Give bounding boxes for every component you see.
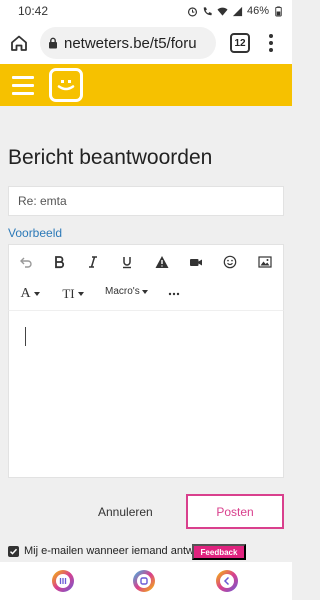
more-vertical-icon-dot (269, 41, 273, 45)
tab-switcher-button[interactable]: 12 (230, 33, 250, 53)
text-size-button[interactable]: TI (59, 283, 87, 305)
warning-icon (155, 256, 169, 268)
status-icons: 46% (187, 5, 284, 17)
italic-icon (89, 256, 97, 268)
more-horizontal-icon (168, 292, 180, 296)
text-size-icon: TI (62, 286, 75, 301)
system-navigation-bar (0, 562, 292, 600)
email-notify-label: Mij e-mailen wanneer iemand antwoordt (24, 545, 194, 557)
home-icon (11, 35, 27, 51)
font-color-icon: A (20, 286, 31, 301)
text-cursor (25, 327, 26, 346)
spoiler-button[interactable] (151, 251, 173, 273)
hamburger-line (12, 91, 34, 95)
chevron-down-icon (141, 289, 148, 294)
chevron-down-icon (77, 292, 84, 296)
recent-apps-icon (56, 574, 70, 588)
recent-apps-button[interactable] (52, 570, 74, 592)
battery-level: 46% (246, 5, 269, 17)
system-home-icon (137, 574, 151, 588)
signal-icon (232, 6, 243, 16)
smiley-logo-icon (57, 80, 75, 91)
toolbar-row-1 (9, 245, 283, 277)
url-text: netweters.be/t5/foru (64, 34, 197, 52)
cancel-button[interactable]: Annuleren (98, 505, 153, 519)
browser-toolbar: netweters.be/t5/foru 12 (0, 22, 292, 64)
site-header (0, 64, 292, 106)
browser-menu-button[interactable] (264, 31, 278, 55)
more-options-button[interactable] (163, 283, 185, 305)
more-vertical-icon-dot (269, 48, 273, 52)
hamburger-line (12, 75, 34, 79)
status-time: 10:42 (18, 4, 49, 18)
emoji-button[interactable] (219, 251, 241, 273)
italic-button[interactable] (82, 251, 104, 273)
font-color-button[interactable]: A (17, 283, 43, 305)
insert-video-button[interactable] (185, 251, 207, 273)
url-bar[interactable]: netweters.be/t5/foru (40, 27, 216, 59)
system-back-button[interactable] (216, 570, 238, 592)
image-icon (258, 256, 272, 268)
feedback-button[interactable]: Feedback (192, 544, 246, 560)
battery-icon (275, 5, 282, 17)
email-notify-checkbox[interactable] (8, 545, 19, 557)
home-button[interactable] (6, 30, 32, 56)
brand-logo[interactable] (49, 68, 83, 102)
wifi-icon (217, 7, 228, 16)
macros-label: Macro's (105, 286, 140, 297)
macros-dropdown[interactable]: Macro's (105, 286, 148, 297)
undo-icon (20, 257, 32, 268)
editor-toolbar: A TI Macro's (8, 244, 284, 310)
system-home-button[interactable] (133, 570, 155, 592)
undo-button[interactable] (15, 251, 37, 273)
bold-icon (55, 256, 65, 269)
underline-icon (123, 257, 131, 269)
underline-button[interactable] (116, 251, 138, 273)
email-notify-option[interactable]: Mij e-mailen wanneer iemand antwoordt (8, 545, 194, 557)
hamburger-line (12, 83, 34, 87)
bold-button[interactable] (48, 251, 70, 273)
post-button[interactable]: Posten (186, 494, 284, 529)
checkmark-icon (9, 548, 18, 555)
insert-image-button[interactable] (254, 251, 276, 273)
smiley-icon (223, 255, 237, 269)
chevron-down-icon (33, 292, 40, 296)
page-title: Bericht beantwoorden (8, 146, 213, 169)
status-bar: 10:42 46% (0, 0, 292, 22)
phone-icon (203, 6, 212, 15)
back-arrow-icon (220, 574, 234, 588)
message-editor[interactable] (8, 310, 284, 478)
subject-input[interactable]: Re: emta (8, 186, 284, 216)
lock-icon (49, 37, 57, 49)
preview-link[interactable]: Voorbeeld (8, 226, 62, 240)
hamburger-menu-icon[interactable] (12, 75, 34, 95)
more-vertical-icon (269, 34, 273, 38)
video-camera-icon (190, 259, 202, 266)
toolbar-row-2: A TI Macro's (9, 277, 283, 309)
alarm-icon (187, 6, 198, 16)
